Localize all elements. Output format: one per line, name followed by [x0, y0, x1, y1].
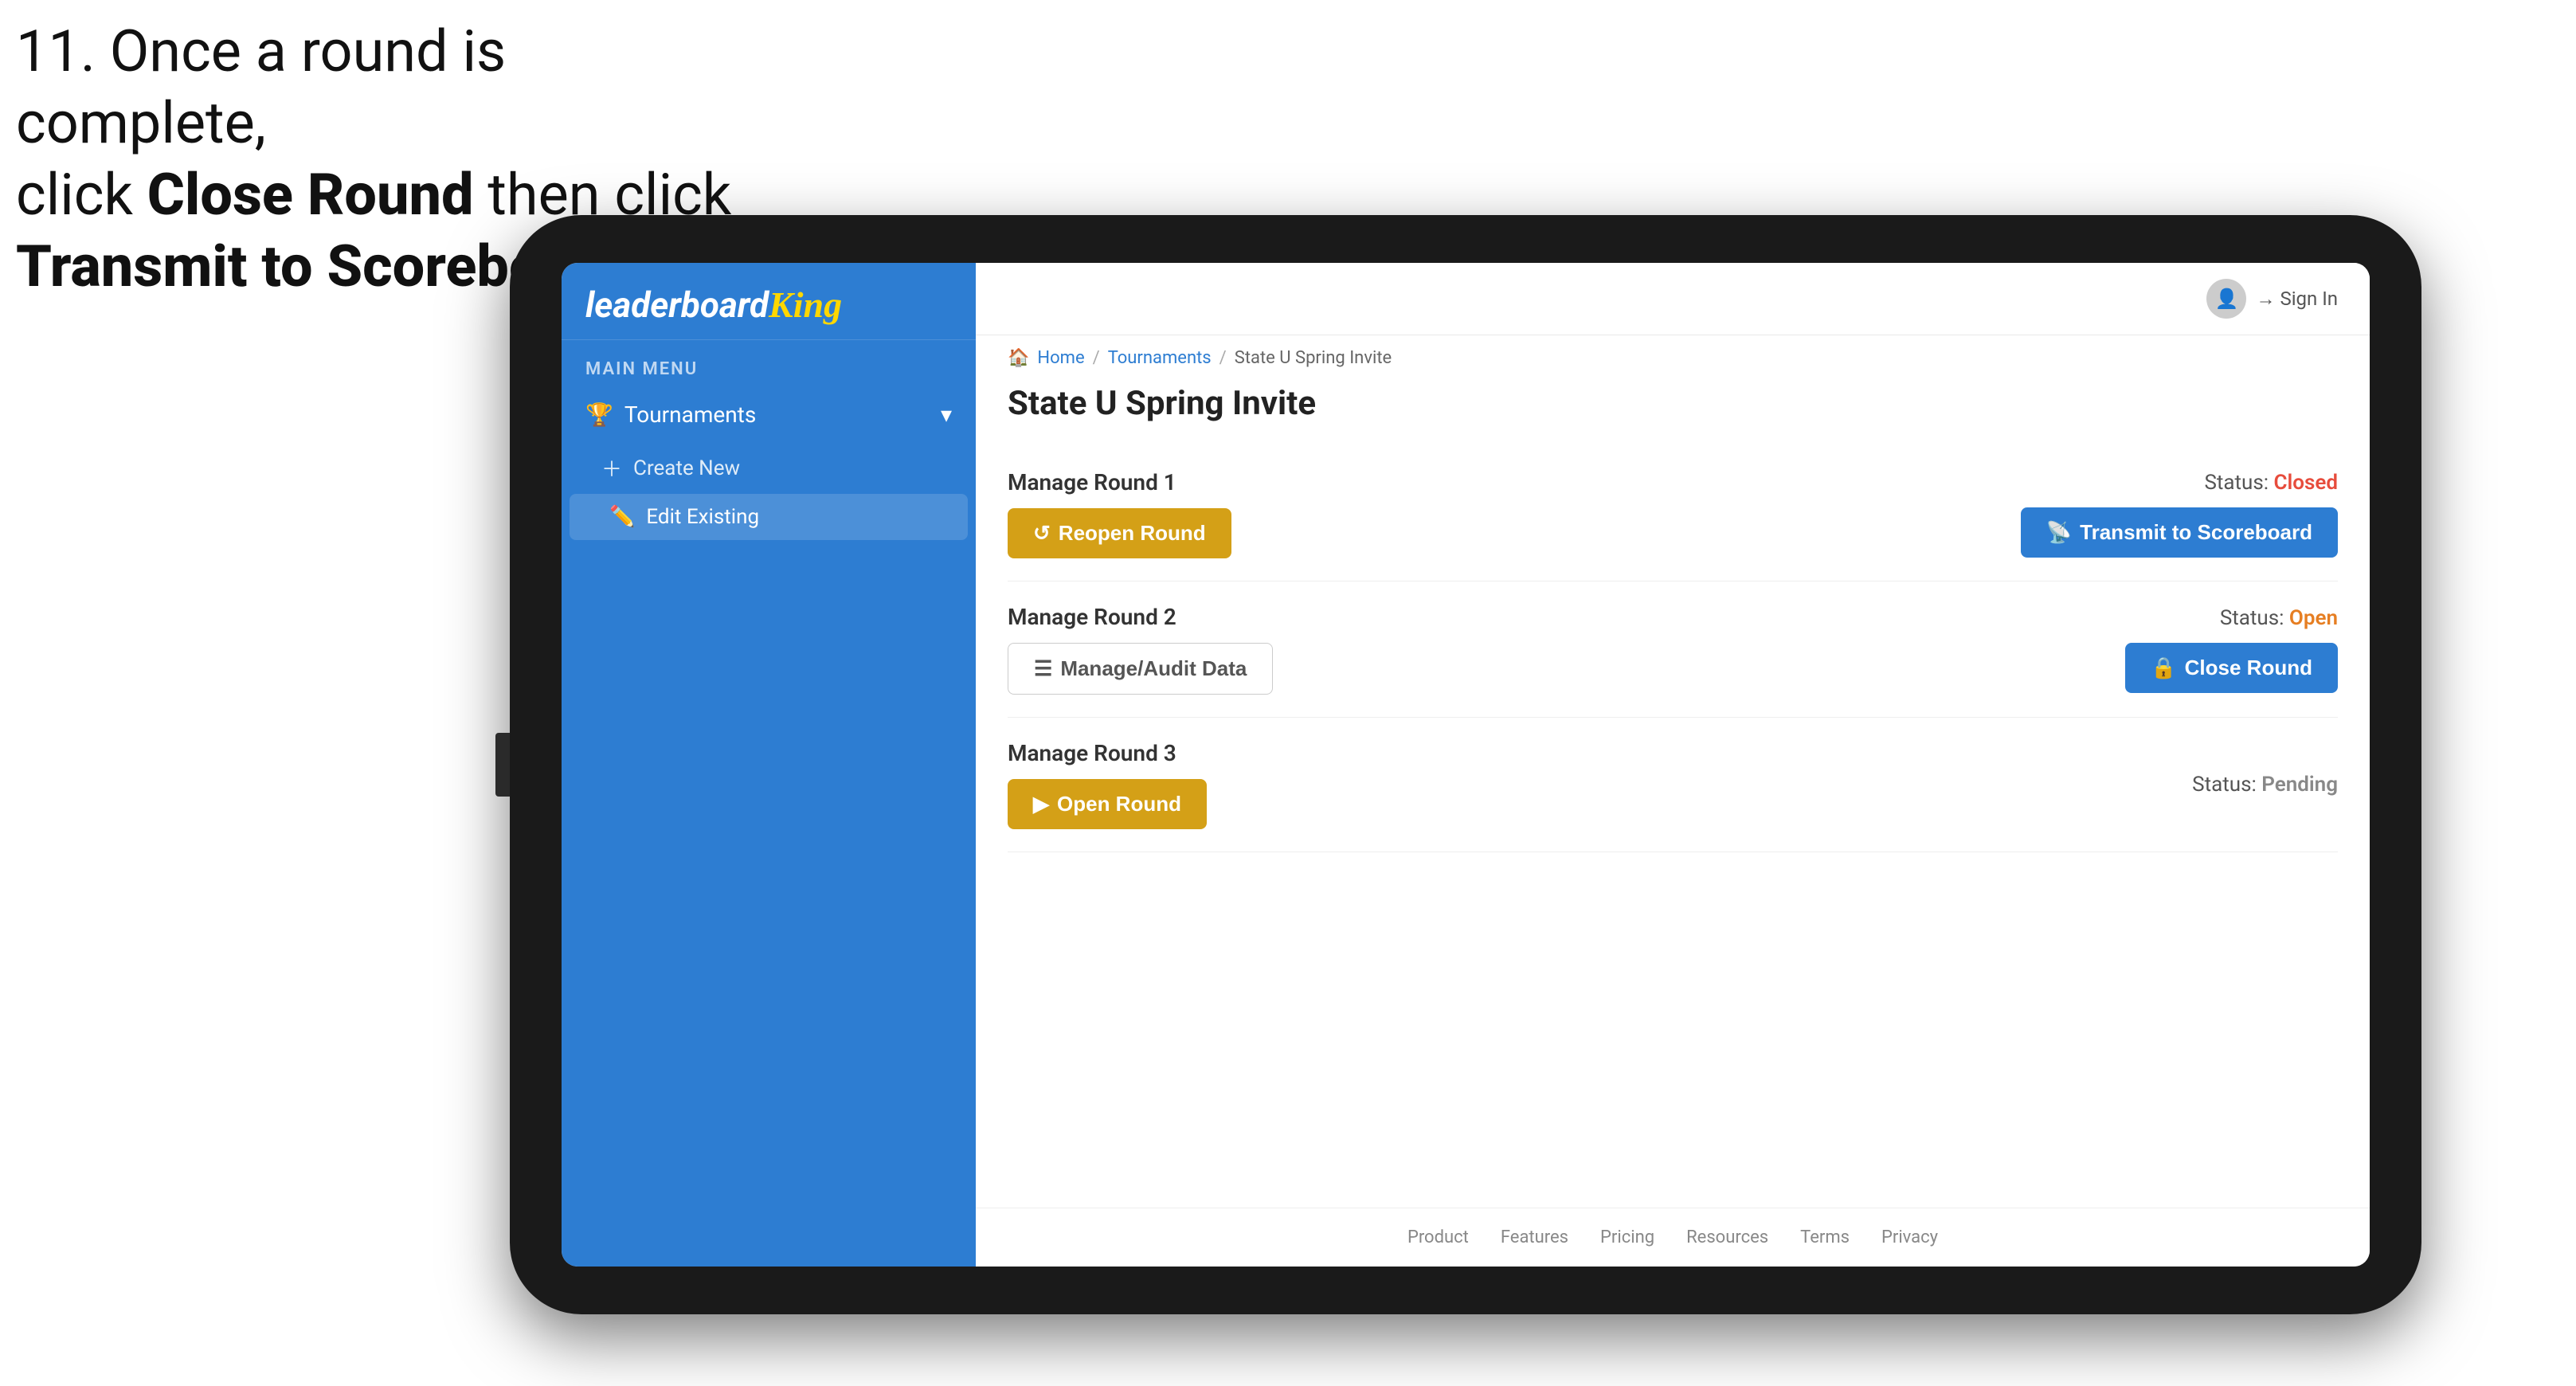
reopen-icon: ↺	[1033, 521, 1051, 546]
round-2-status: Status: Open	[2220, 606, 2338, 630]
round-1-status-value: Closed	[2274, 471, 2338, 495]
trophy-icon: 🏆	[585, 401, 613, 428]
footer-pricing[interactable]: Pricing	[1600, 1227, 1654, 1247]
open-icon: ▶	[1033, 792, 1049, 816]
round-1-right: Status: Closed 📡 Transmit to Scoreboard	[2021, 471, 2338, 558]
main-content: 👤 → Sign In 🏠 Home / Tournaments / State…	[976, 263, 2370, 1267]
sidebar-menu-label: MAIN MENU	[562, 340, 976, 387]
edit-icon: ✏️	[609, 505, 635, 529]
breadcrumb-sep1: /	[1093, 348, 1100, 368]
sign-in-area[interactable]: 👤 → Sign In	[2206, 279, 2338, 319]
logo-king: King	[769, 284, 842, 325]
round-1-status: Status: Closed	[2204, 471, 2338, 495]
sign-in-label: → Sign In	[2256, 288, 2338, 311]
round-1-title: Manage Round 1	[1008, 469, 1231, 495]
logo-text: leaderboardKing	[585, 287, 952, 323]
status-label-2: Status:	[2220, 606, 2284, 630]
breadcrumb-home-icon: 🏠	[1008, 348, 1029, 368]
round-3-right: Status: Pending	[2192, 773, 2338, 797]
footer-terms[interactable]: Terms	[1800, 1227, 1850, 1247]
avatar: 👤	[2206, 279, 2246, 319]
close-round-label: Close Round	[2185, 656, 2312, 680]
breadcrumb: 🏠 Home / Tournaments / State U Spring In…	[976, 335, 2370, 376]
edit-existing-label: Edit Existing	[646, 505, 759, 529]
tablet-screen: leaderboardKing MAIN MENU 🏆 Tournaments …	[562, 263, 2370, 1267]
status-label-3: Status:	[2192, 773, 2257, 797]
transmit-to-scoreboard-button[interactable]: 📡 Transmit to Scoreboard	[2021, 507, 2338, 558]
sidebar-logo-area: leaderboardKing	[562, 263, 976, 340]
round-3-status: Status: Pending	[2192, 773, 2338, 797]
round-2-right: Status: Open 🔒 Close Round	[2125, 606, 2338, 693]
manage-audit-button[interactable]: ☰ Manage/Audit Data	[1008, 643, 1273, 695]
plus-icon: ＋	[601, 453, 622, 483]
breadcrumb-tournaments-link[interactable]: Tournaments	[1108, 348, 1212, 368]
page-title: State U Spring Invite	[1008, 384, 2338, 423]
footer-resources[interactable]: Resources	[1686, 1227, 1768, 1247]
close-round-button[interactable]: 🔒 Close Round	[2125, 643, 2338, 693]
round-1-section: Manage Round 1 ↺ Reopen Round Status: Cl…	[1008, 447, 2338, 581]
round-3-left: Manage Round 3 ▶ Open Round	[1008, 740, 1207, 829]
footer-features[interactable]: Features	[1501, 1227, 1568, 1247]
round-2-status-value: Open	[2289, 606, 2338, 630]
round-1-left: Manage Round 1 ↺ Reopen Round	[1008, 469, 1231, 558]
footer-product[interactable]: Product	[1407, 1227, 1469, 1247]
status-label-1: Status:	[2204, 471, 2269, 495]
round-3-section: Manage Round 3 ▶ Open Round Status: Pend…	[1008, 718, 2338, 852]
breadcrumb-current: State U Spring Invite	[1235, 348, 1392, 368]
manage-audit-label: Manage/Audit Data	[1060, 656, 1247, 681]
open-round-label: Open Round	[1057, 792, 1181, 816]
sidebar: leaderboardKing MAIN MENU 🏆 Tournaments …	[562, 263, 976, 1267]
round-2-section: Manage Round 2 ☰ Manage/Audit Data Statu…	[1008, 581, 2338, 718]
top-nav: 👤 → Sign In	[976, 263, 2370, 335]
round-3-status-value: Pending	[2261, 773, 2338, 797]
sidebar-item-tournaments[interactable]: 🏆 Tournaments ▾	[562, 387, 976, 442]
app-layout: leaderboardKing MAIN MENU 🏆 Tournaments …	[562, 263, 2370, 1267]
tournaments-nav-label: Tournaments	[624, 401, 756, 428]
footer: Product Features Pricing Resources Terms…	[976, 1208, 2370, 1267]
footer-privacy[interactable]: Privacy	[1881, 1227, 1938, 1247]
tablet-device: leaderboardKing MAIN MENU 🏆 Tournaments …	[510, 215, 2421, 1314]
open-round-button[interactable]: ▶ Open Round	[1008, 779, 1207, 829]
tablet-side-button	[495, 733, 510, 797]
lock-icon: 🔒	[2151, 656, 2176, 680]
chevron-down-icon: ▾	[941, 401, 952, 428]
sidebar-nav: 🏆 Tournaments ▾ ＋ Create New ✏️ Edit Exi…	[562, 387, 976, 540]
round-3-title: Manage Round 3	[1008, 740, 1207, 766]
round-2-title: Manage Round 2	[1008, 604, 1273, 630]
transmit-icon: 📡	[2046, 520, 2072, 545]
reopen-round-button[interactable]: ↺ Reopen Round	[1008, 508, 1231, 558]
instruction-close-round: Close Round	[147, 161, 474, 229]
create-new-label: Create New	[633, 456, 740, 480]
breadcrumb-home-link[interactable]: Home	[1037, 348, 1084, 368]
transmit-label: Transmit to Scoreboard	[2080, 520, 2312, 545]
instruction-line1: 11. Once a round is complete,	[16, 18, 506, 157]
breadcrumb-sep2: /	[1219, 348, 1227, 368]
sidebar-item-edit-existing[interactable]: ✏️ Edit Existing	[570, 494, 968, 540]
reopen-round-label: Reopen Round	[1059, 521, 1206, 546]
audit-icon: ☰	[1034, 656, 1052, 681]
round-2-left: Manage Round 2 ☰ Manage/Audit Data	[1008, 604, 1273, 695]
sidebar-item-create-new[interactable]: ＋ Create New	[562, 442, 976, 494]
page-body: State U Spring Invite Manage Round 1 ↺ R…	[976, 376, 2370, 1208]
